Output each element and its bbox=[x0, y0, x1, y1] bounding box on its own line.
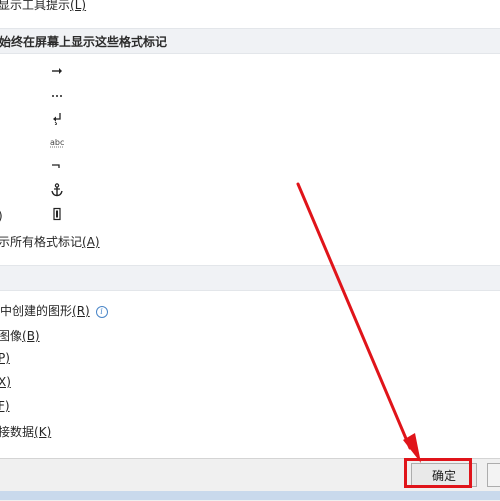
annotation-arrow bbox=[296, 182, 421, 463]
